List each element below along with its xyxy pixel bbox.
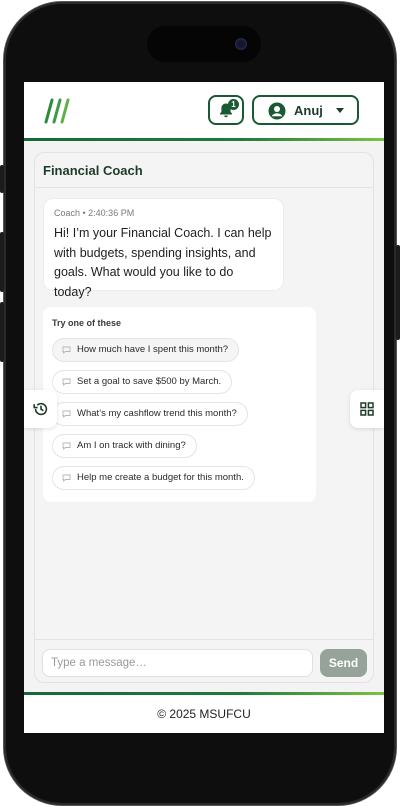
card-title: Financial Coach xyxy=(43,163,143,178)
coach-message: Coach • 2:40:36 PM Hi! I’m your Financia… xyxy=(43,198,284,299)
chat-bubble-icon xyxy=(62,474,71,482)
chat-bubble-icon xyxy=(62,442,71,450)
dynamic-island xyxy=(147,26,261,62)
grid-menu-button[interactable] xyxy=(350,390,384,428)
user-name: Anuj xyxy=(294,103,323,118)
notification-badge: 1 xyxy=(228,99,239,110)
history-icon xyxy=(33,402,48,416)
divider xyxy=(35,187,373,188)
suggestion-chip[interactable]: What’s my cashflow trend this month? xyxy=(52,402,248,426)
composer-divider xyxy=(35,639,373,640)
caret-down-icon xyxy=(336,108,344,113)
user-circle-icon xyxy=(268,102,286,120)
suggestion-label: How much have I spent this month? xyxy=(77,344,229,355)
grid-icon xyxy=(360,402,374,416)
message-text: Hi! I’m your Financial Coach. I can help… xyxy=(54,226,272,299)
chat-bubble-icon xyxy=(62,378,71,386)
history-button[interactable] xyxy=(24,390,57,428)
chat-card: Financial Coach Coach • 2:40:36 PM Hi! I… xyxy=(34,152,374,683)
header-accent-bar xyxy=(24,138,384,141)
phone-power-button xyxy=(396,245,400,340)
chat-bubble-icon xyxy=(62,410,71,418)
suggestion-label: What’s my cashflow trend this month? xyxy=(77,408,237,419)
footer: © 2025 MSUFCU xyxy=(24,695,384,733)
app-header: 1 Anuj xyxy=(24,82,384,138)
suggestion-chip[interactable]: Am I on track with dining? xyxy=(52,434,197,458)
phone-volume-down-button xyxy=(0,302,4,362)
suggestion-chip[interactable]: Set a goal to save $500 by March. xyxy=(52,370,233,394)
suggestion-label: Set a goal to save $500 by March. xyxy=(77,376,222,387)
send-button[interactable]: Send xyxy=(320,649,367,677)
camera-icon xyxy=(235,38,247,50)
phone-action-button xyxy=(0,165,4,193)
copyright-text: © 2025 MSUFCU xyxy=(157,707,251,721)
notifications-button[interactable]: 1 xyxy=(208,95,244,125)
suggestions-title: Try one of these xyxy=(52,318,122,328)
logo-slashes-icon[interactable] xyxy=(44,98,70,124)
suggestion-chip[interactable]: How much have I spent this month? xyxy=(52,338,240,362)
chat-bubble-icon xyxy=(62,346,71,354)
phone-frame: 1 Anuj Financial Coach Coach • 2:40:36 P… xyxy=(4,2,396,805)
suggestions-panel: Try one of these How much have I spent t… xyxy=(43,307,316,502)
app-screen: 1 Anuj Financial Coach Coach • 2:40:36 P… xyxy=(24,82,384,733)
phone-volume-up-button xyxy=(0,232,4,292)
message-input[interactable] xyxy=(42,649,313,677)
suggestion-label: Am I on track with dining? xyxy=(77,440,186,451)
user-menu-button[interactable]: Anuj xyxy=(252,95,359,125)
suggestion-chip[interactable]: Help me create a budget for this month. xyxy=(52,466,255,490)
message-meta: Coach • 2:40:36 PM xyxy=(54,208,135,218)
suggestion-label: Help me create a budget for this month. xyxy=(77,472,244,483)
